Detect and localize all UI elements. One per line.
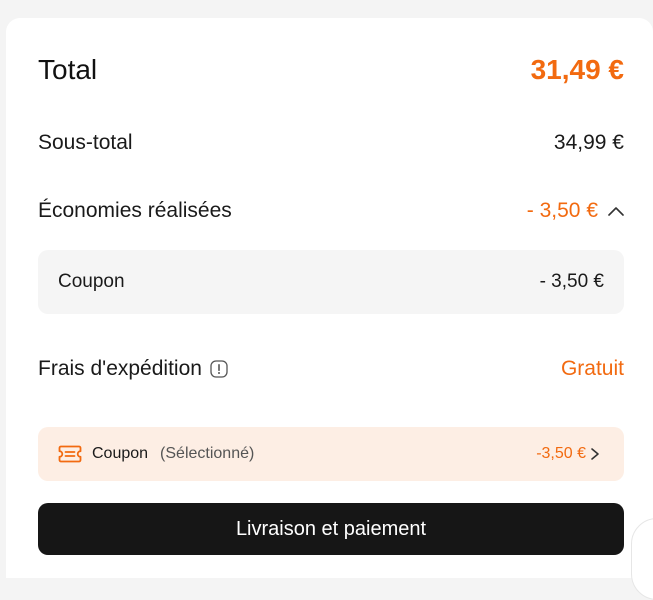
shipping-label: Frais d'expédition: [38, 357, 202, 380]
coupon-selector[interactable]: Coupon (Sélectionné) -3,50 €: [38, 427, 624, 481]
floating-widget-edge[interactable]: [631, 518, 653, 600]
total-label: Total: [38, 54, 98, 85]
savings-row[interactable]: Économies réalisées - 3,50 €: [38, 198, 624, 224]
savings-breakdown-value: - 3,50 €: [539, 271, 604, 292]
coupon-selector-title: Coupon: [92, 445, 149, 462]
subtotal-label: Sous-total: [38, 131, 133, 154]
subtotal-row: Sous-total 34,99 €: [38, 130, 624, 156]
subtotal-value: 34,99 €: [553, 131, 624, 154]
order-summary-card: Total 31,49 € Sous-total 34,99 € Économi…: [6, 18, 653, 600]
coupon-ticket-icon: [58, 444, 82, 464]
chevron-right-icon: [590, 447, 602, 461]
coupon-selector-status: (Sélectionné): [160, 445, 255, 462]
coupon-selector-left: Coupon (Sélectionné): [58, 444, 254, 464]
savings-right: - 3,50 €: [527, 199, 624, 223]
shipping-left: Frais d'expédition: [38, 357, 228, 381]
savings-label: Économies réalisées: [38, 199, 232, 222]
total-row: Total 31,49 €: [38, 52, 624, 88]
info-icon[interactable]: [210, 360, 228, 378]
checkout-button[interactable]: Livraison et paiement: [38, 503, 624, 555]
coupon-selector-value: -3,50 €: [536, 445, 586, 462]
shipping-value: Gratuit: [560, 357, 624, 380]
savings-breakdown-label: Coupon: [58, 271, 125, 292]
savings-breakdown-item: Coupon - 3,50 €: [38, 250, 624, 314]
savings-value: - 3,50 €: [526, 199, 598, 222]
total-value: 31,49 €: [530, 54, 624, 85]
coupon-selector-right: -3,50 €: [536, 445, 602, 463]
chevron-up-icon[interactable]: [608, 203, 624, 219]
shipping-row: Frais d'expédition Gratuit: [38, 356, 624, 382]
